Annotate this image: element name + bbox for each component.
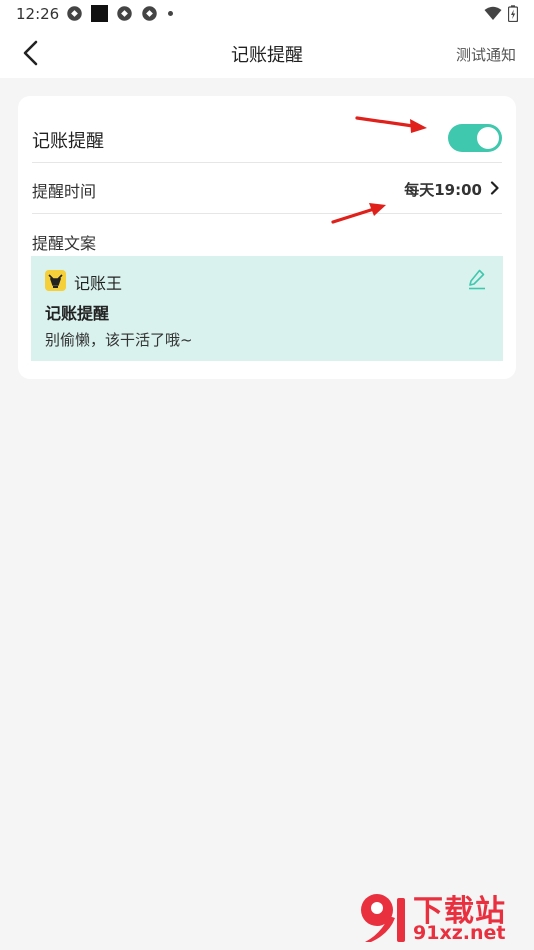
reminder-toggle-switch[interactable] [448, 124, 502, 152]
notification-app-name: 记账王 [74, 274, 123, 293]
watermark-logo-icon [361, 894, 405, 942]
more-notifications-dot-icon [168, 11, 173, 16]
annotation-arrow-icon [331, 203, 386, 224]
reminder-time-label: 提醒时间 [32, 182, 97, 201]
status-system-icons [484, 5, 518, 22]
sync-icon [67, 6, 82, 21]
test-notification-button[interactable]: 测试通知 [456, 44, 516, 65]
notification-body: 别偷懒，该干活了哦~ [45, 331, 193, 349]
watermark: 下载站 91xz.net [355, 886, 530, 948]
app-logo-icon [45, 270, 66, 291]
edit-pencil-icon[interactable] [467, 268, 487, 290]
status-time: 12:26 [16, 5, 60, 23]
annotation-arrow-icon [355, 116, 427, 133]
toggle-knob [477, 127, 499, 149]
app-bar: 记账提醒 测试通知 [0, 28, 534, 78]
reminder-toggle-row: 记账提醒 [32, 96, 502, 163]
reminder-label: 记账提醒 [32, 131, 104, 152]
reminder-copy-label: 提醒文案 [32, 234, 97, 253]
reminder-time-value: 每天19:00 [404, 181, 482, 199]
sync-icon [142, 6, 157, 21]
page-title: 记账提醒 [231, 45, 303, 66]
app-notification-icon [91, 5, 108, 22]
battery-icon [508, 5, 518, 22]
notification-title: 记账提醒 [45, 304, 110, 323]
chevron-right-icon [490, 181, 499, 195]
notification-preview: 记账王 记账提醒 别偷懒，该干活了哦~ [31, 256, 503, 361]
reminder-settings-card: 记账提醒 提醒时间 每天19:00 提醒文案 记账王 记账提醒 别偷懒，该干活了… [18, 96, 516, 379]
wifi-icon [484, 6, 502, 20]
status-notification-icons [66, 5, 173, 22]
sync-icon [117, 6, 132, 21]
reminder-time-row[interactable]: 提醒时间 每天19:00 [32, 162, 502, 214]
watermark-url: 91xz.net [413, 922, 506, 944]
status-bar: 12:26 [0, 0, 534, 28]
